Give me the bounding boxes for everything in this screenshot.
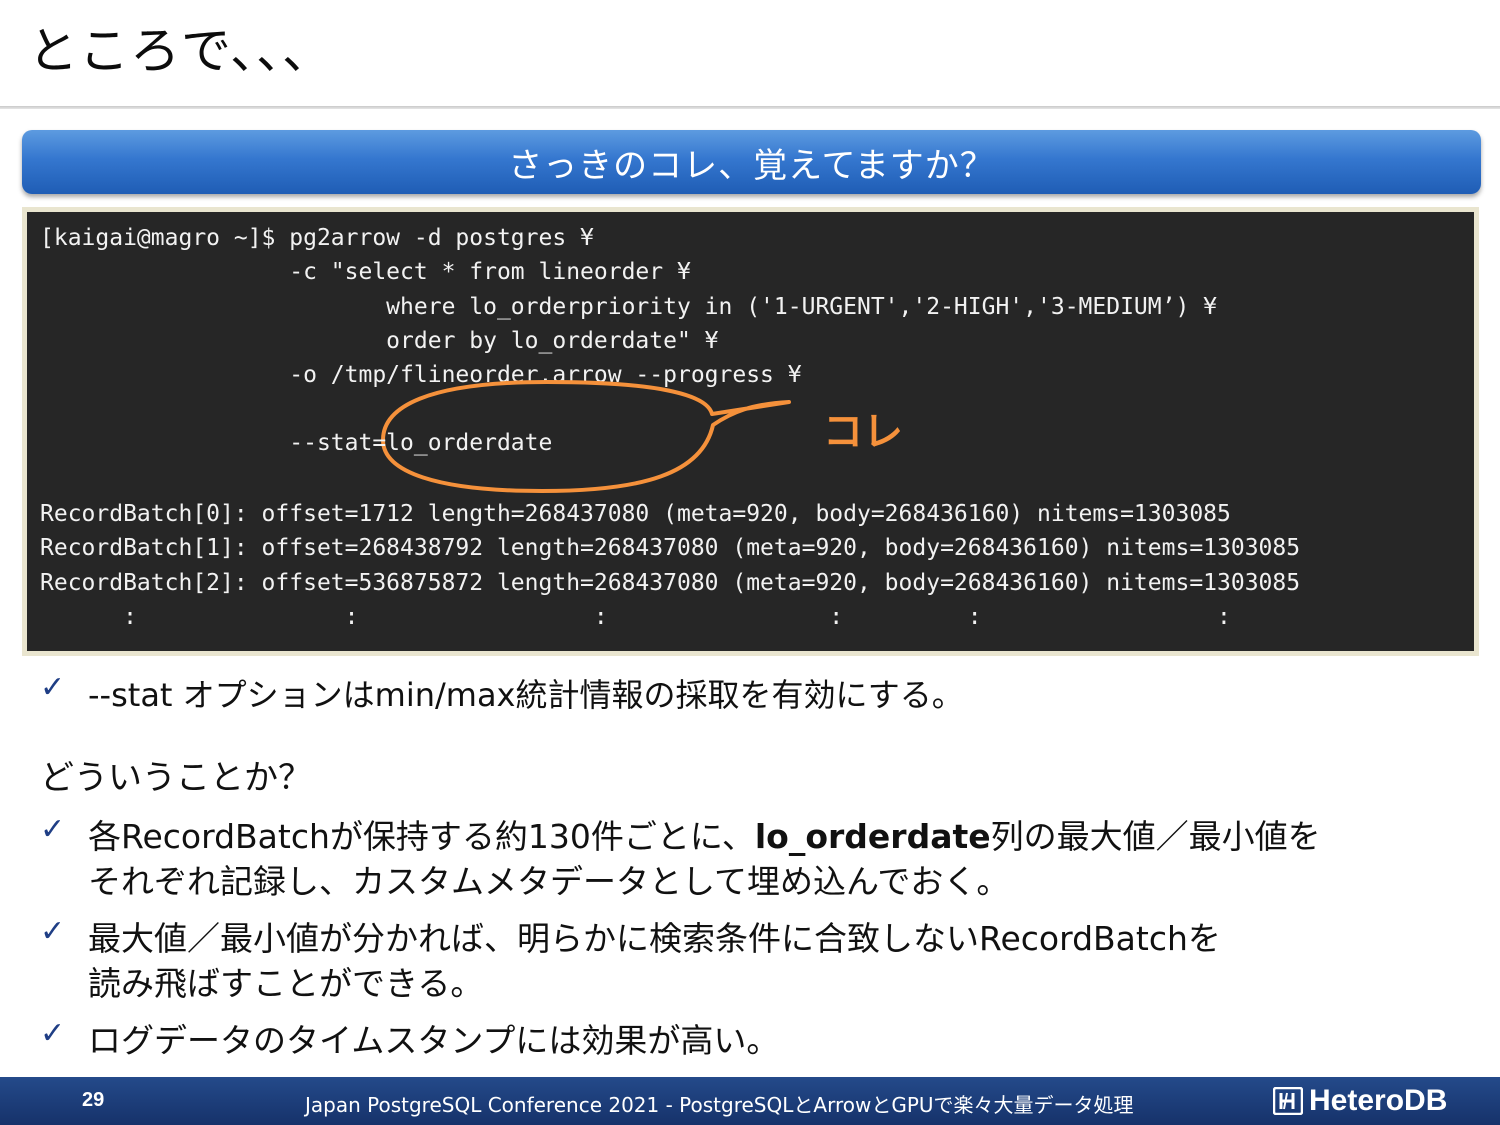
heterodb-logo: HeteroDB: [1273, 1084, 1447, 1118]
terminal-line: RecordBatch[2]: offset=536875872 length=…: [40, 570, 1301, 596]
page-number: 29: [82, 1089, 105, 1111]
question-heading: どういうことか？: [40, 758, 312, 798]
check-icon: ✓: [40, 914, 66, 949]
check-icon: ✓: [40, 812, 66, 847]
bullet-skip-recordbatch: 最大値／最小値が分かれば、明らかに検索条件に合致しないRecordBatchを: [88, 919, 1221, 958]
bullet-recordbatch-stats-line2: それぞれ記録し、カスタムメタデータとして埋め込んでおく。: [88, 862, 1010, 901]
section-banner: さっきのコレ、覚えてますか？: [22, 130, 1481, 194]
check-icon: ✓: [40, 1016, 66, 1051]
terminal-line: RecordBatch[1]: offset=268438792 length=…: [40, 535, 1301, 561]
terminal-screen: [kaigai@magro ~]$ pg2arrow -d postgres ¥…: [27, 212, 1474, 651]
slide-title: ところで、、、: [28, 22, 333, 80]
check-icon: ✓: [40, 670, 66, 705]
callout-label: コレ: [823, 409, 903, 455]
banner-text: さっきのコレ、覚えてますか？: [508, 145, 995, 186]
footer-bar: 29 Japan PostgreSQL Conference 2021 - Po…: [0, 1077, 1500, 1125]
logo-text: HeteroDB: [1309, 1084, 1448, 1117]
bullet-timestamp: ログデータのタイムスタンプには効果が高い。: [88, 1021, 780, 1060]
terminal-panel: [kaigai@magro ~]$ pg2arrow -d postgres ¥…: [22, 207, 1479, 656]
bullet-skip-recordbatch-line2: 読み飛ばすことができる。: [88, 964, 484, 1003]
bullet-stat-option: --stat オプションはmin/max統計情報の採取を有効にする。: [88, 676, 964, 714]
heterodb-logo-icon: [1273, 1087, 1303, 1115]
terminal-line: : : : : : :: [40, 604, 1231, 630]
terminal-line: RecordBatch[0]: offset=1712 length=26843…: [40, 501, 1231, 527]
title-divider: [0, 106, 1500, 109]
bullet-recordbatch-stats: 各RecordBatchが保持する約130件ごとに、lo_orderdate列の…: [88, 810, 1321, 858]
terminal-line-stat-option: --stat=lo_orderdate: [40, 430, 553, 456]
column-name: lo_orderdate: [754, 817, 991, 856]
bullet-text: 各RecordBatchが保持する約130件ごとに、: [88, 817, 755, 856]
bullet-text: 列の最大値／最小値を: [990, 817, 1321, 856]
footer-conference-text: Japan PostgreSQL Conference 2021 - Postg…: [305, 1093, 1134, 1117]
